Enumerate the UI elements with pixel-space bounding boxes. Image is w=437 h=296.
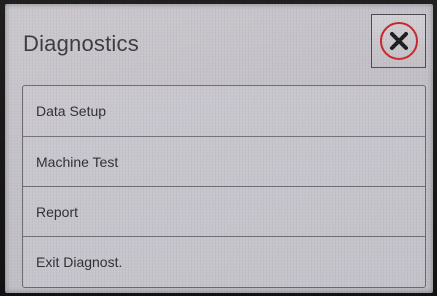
menu-item-data-setup[interactable]: Data Setup [23,86,425,136]
menu-item-exit-diagnost[interactable]: Exit Diagnost. [23,236,425,287]
menu-item-report[interactable]: Report [23,186,425,236]
device-bezel: Diagnostics Data Setup Machine Test Repo… [0,0,437,296]
page-title: Diagnostics [23,31,139,56]
menu-item-label: Machine Test [36,153,119,170]
menu-item-label: Data Setup [36,103,107,119]
diagnostics-menu: Data Setup Machine Test Report Exit Diag… [22,85,426,288]
close-button[interactable] [371,14,426,68]
menu-item-label: Report [36,203,79,220]
menu-item-label: Exit Diagnost. [36,254,123,270]
touch-screen: Diagnostics Data Setup Machine Test Repo… [5,4,433,293]
close-icon [379,22,418,60]
menu-item-machine-test[interactable]: Machine Test [23,136,425,186]
